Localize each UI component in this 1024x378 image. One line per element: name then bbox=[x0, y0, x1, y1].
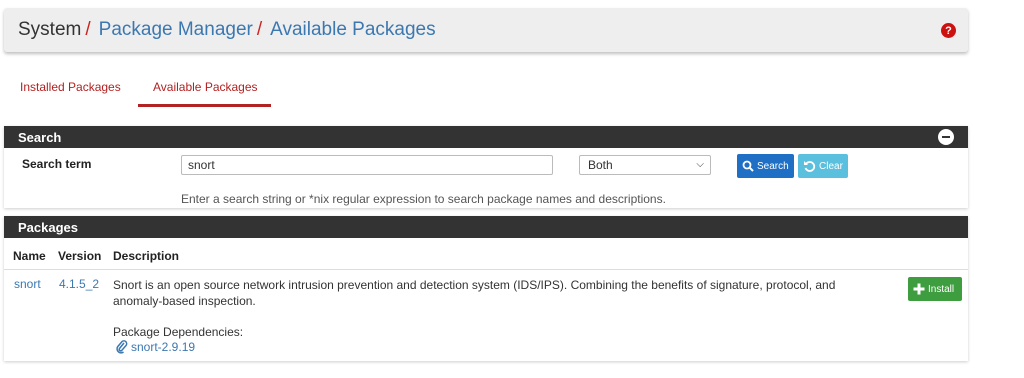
column-header-description: Description bbox=[113, 249, 180, 263]
search-input[interactable] bbox=[181, 155, 553, 175]
search-help-text: Enter a search string or *nix regular ex… bbox=[181, 192, 666, 206]
dependency-link[interactable]: snort-2.9.19 bbox=[116, 340, 195, 354]
column-header-version: Version bbox=[58, 249, 102, 263]
table-divider bbox=[4, 269, 968, 270]
chevron-down-icon: ⌵ bbox=[696, 159, 704, 170]
breadcrumb-package-manager[interactable]: Package Manager bbox=[99, 19, 253, 41]
package-version-link[interactable]: 4.1.5_2 bbox=[59, 277, 99, 291]
search-button-label: Search bbox=[757, 160, 789, 172]
clear-button-label: Clear bbox=[819, 160, 843, 172]
search-button[interactable]: Search bbox=[737, 154, 794, 178]
search-panel-title: Search bbox=[18, 129, 62, 145]
breadcrumb-separator: / bbox=[85, 19, 91, 40]
plus-icon bbox=[913, 283, 925, 295]
package-description: Snort is an open source network intrusio… bbox=[113, 278, 836, 308]
tab-installed-packages[interactable]: Installed Packages bbox=[20, 80, 121, 94]
packages-panel: Packages Name Version Description snort … bbox=[4, 216, 968, 361]
minus-circle-icon[interactable] bbox=[938, 129, 954, 145]
breadcrumb-available-packages[interactable]: Available Packages bbox=[270, 19, 435, 41]
question-circle-icon[interactable]: ? bbox=[941, 23, 956, 38]
search-icon bbox=[742, 160, 754, 172]
search-term-label: Search term bbox=[22, 157, 92, 171]
package-name-link[interactable]: snort bbox=[14, 277, 41, 291]
undo-icon bbox=[804, 160, 816, 172]
install-button-label: Install bbox=[928, 283, 955, 295]
packages-panel-heading: Packages bbox=[4, 216, 968, 238]
search-panel-heading: Search bbox=[4, 126, 968, 148]
search-panel: Search Search term Both ⌵ Search Clear E… bbox=[4, 126, 968, 208]
tab-available-packages[interactable]: Available Packages bbox=[153, 80, 258, 94]
breadcrumb-system: System bbox=[18, 19, 82, 40]
active-tab-indicator bbox=[138, 104, 271, 107]
package-dependencies-label: Package Dependencies: bbox=[113, 325, 244, 339]
install-button[interactable]: Install bbox=[908, 277, 962, 301]
breadcrumb: System / Package Manager / Available Pac… bbox=[4, 8, 968, 52]
packages-panel-title: Packages bbox=[18, 219, 78, 235]
dependency-link-label: snort-2.9.19 bbox=[131, 340, 196, 354]
breadcrumb-separator: / bbox=[256, 19, 263, 40]
clear-button[interactable]: Clear bbox=[798, 154, 848, 178]
column-header-name: Name bbox=[13, 249, 46, 263]
search-scope-value: Both bbox=[588, 158, 613, 172]
package-tabs: Installed Packages Available Packages bbox=[0, 72, 1024, 108]
paperclip-icon bbox=[116, 340, 128, 354]
search-scope-select[interactable]: Both ⌵ bbox=[579, 155, 711, 175]
